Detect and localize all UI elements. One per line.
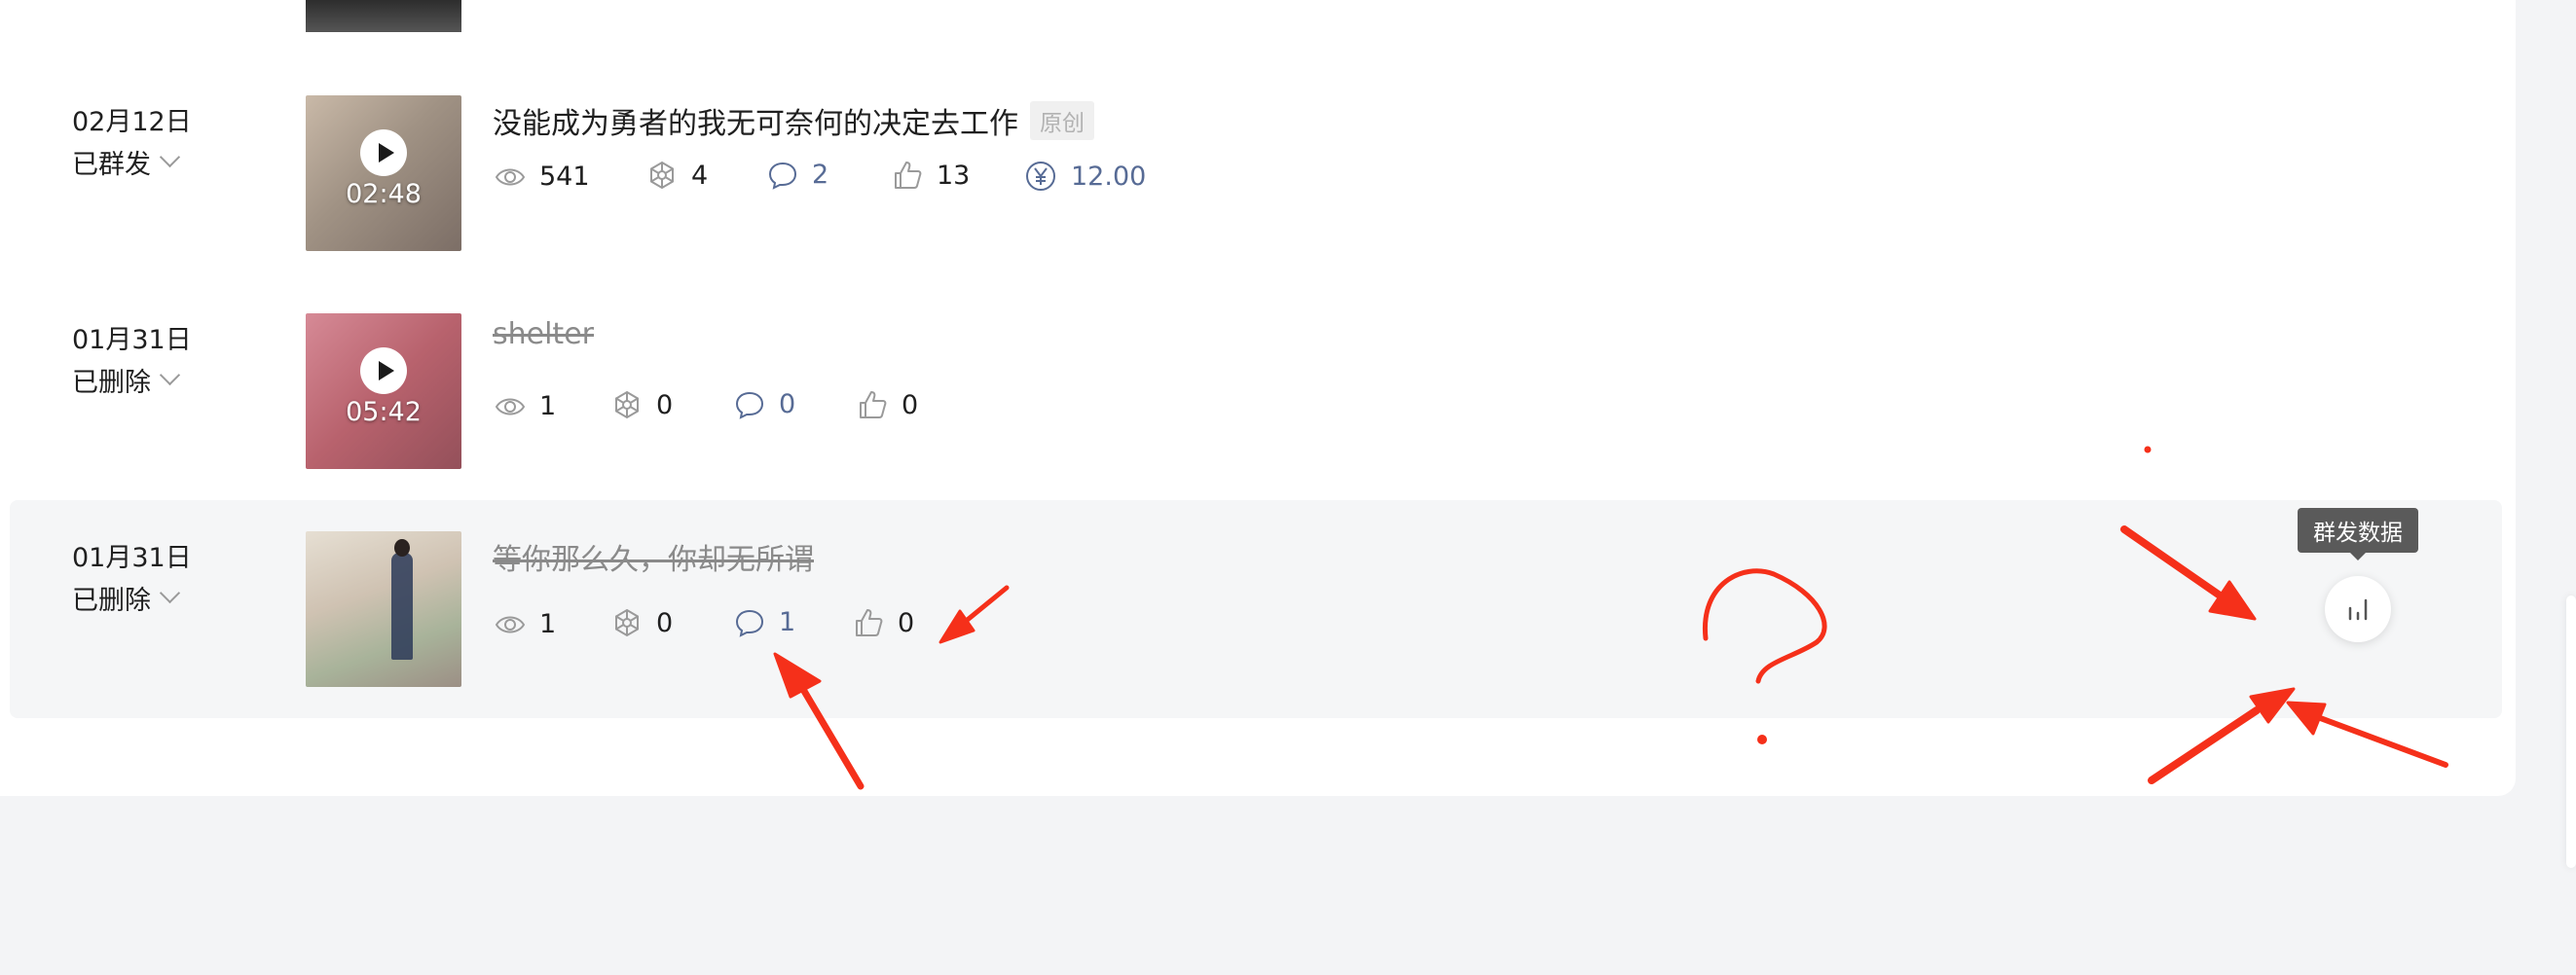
- eye-icon: [495, 398, 526, 415]
- comment-bubble-icon: [735, 609, 764, 637]
- bar-chart-icon: [2348, 598, 2368, 621]
- views-stat: 1: [495, 609, 556, 639]
- scrollbar[interactable]: [2566, 596, 2576, 868]
- comment-bubble-icon: [735, 391, 764, 419]
- share-flower-icon: [650, 161, 674, 190]
- chevron-down-icon: [159, 364, 181, 386]
- views-count: 1: [539, 609, 557, 639]
- views-count: 541: [539, 162, 590, 192]
- article-title[interactable]: shelter: [493, 317, 594, 351]
- shares-stat: 0: [611, 389, 673, 420]
- video-duration: 02:48: [346, 179, 422, 209]
- thumbs-up-icon: [856, 609, 883, 636]
- likes-count: 13: [937, 160, 971, 191]
- comments-stat[interactable]: 0: [734, 389, 795, 419]
- eye-icon: [495, 616, 526, 632]
- comments-count: 0: [779, 389, 796, 419]
- share-flower-icon: [615, 390, 639, 419]
- shares-stat: 0: [611, 607, 673, 638]
- chevron-down-icon: [159, 582, 181, 604]
- play-icon[interactable]: [360, 347, 407, 394]
- send-data-button[interactable]: [2325, 576, 2391, 642]
- video-duration: 05:42: [346, 397, 422, 427]
- article-thumbnail[interactable]: [306, 531, 461, 687]
- comments-count: 2: [812, 160, 829, 190]
- article-title[interactable]: 没能成为勇者的我无可奈何的决定去工作: [493, 99, 1018, 142]
- views-count: 1: [539, 391, 557, 421]
- likes-stat: 0: [857, 389, 918, 420]
- comments-stat[interactable]: 1: [734, 607, 795, 637]
- article-title-row: shelter: [493, 317, 594, 351]
- thumbs-up-icon: [860, 391, 887, 418]
- likes-stat: 0: [853, 607, 914, 638]
- eye-icon: [495, 168, 526, 185]
- article-list-card: 02月12日 已群发 02:48 没能成为勇者的我无可奈何的决定去工作 原创 5…: [0, 0, 2516, 796]
- likes-count: 0: [898, 607, 915, 638]
- list-item[interactable]: 01月31日 已删除 等你那么久，你却无所谓 1 0 1 0: [10, 500, 2502, 718]
- status-dropdown[interactable]: 已群发: [72, 143, 181, 181]
- status-dropdown[interactable]: 已删除: [72, 361, 181, 399]
- thumbs-up-icon: [895, 162, 922, 189]
- comments-stat[interactable]: 2: [767, 160, 828, 190]
- list-item: 01月31日 已删除 05:42 shelter 1 0 0 0: [0, 282, 2516, 500]
- reward-amount: 12.00: [1071, 161, 1147, 192]
- shares-count: 4: [691, 160, 709, 191]
- status-dropdown[interactable]: 已删除: [72, 579, 181, 617]
- tooltip: 群发数据: [2298, 508, 2418, 560]
- publish-date: 02月12日: [72, 107, 192, 137]
- reward-stat[interactable]: 12.00: [1024, 160, 1146, 193]
- article-title[interactable]: 等你那么久，你却无所谓: [493, 535, 814, 578]
- play-icon[interactable]: [360, 129, 407, 176]
- article-title-row: 没能成为勇者的我无可奈何的决定去工作 原创: [493, 99, 1094, 142]
- list-item: 02月12日 已群发 02:48 没能成为勇者的我无可奈何的决定去工作 原创 5…: [0, 64, 2516, 282]
- status-label: 已删除: [72, 586, 151, 616]
- status-label: 已删除: [72, 368, 151, 398]
- video-thumbnail[interactable]: 02:48: [306, 95, 461, 251]
- views-stat: 541: [495, 162, 590, 192]
- shares-count: 0: [656, 389, 674, 420]
- original-badge: 原创: [1030, 101, 1094, 140]
- previous-article-thumbnail[interactable]: [306, 0, 461, 32]
- comment-bubble-icon: [768, 162, 797, 190]
- yuan-coin-icon: [1026, 162, 1055, 191]
- likes-stat: 13: [892, 160, 970, 191]
- shares-stat: 4: [646, 160, 708, 191]
- publish-date: 01月31日: [72, 325, 192, 355]
- chevron-down-icon: [159, 146, 181, 168]
- status-label: 已群发: [72, 150, 151, 180]
- comments-count: 1: [779, 607, 796, 637]
- publish-date: 01月31日: [72, 543, 192, 573]
- article-title-row: 等你那么久，你却无所谓: [493, 535, 814, 578]
- video-thumbnail[interactable]: 05:42: [306, 313, 461, 469]
- shares-count: 0: [656, 607, 674, 638]
- views-stat: 1: [495, 391, 556, 421]
- share-flower-icon: [615, 608, 639, 637]
- likes-count: 0: [902, 389, 919, 420]
